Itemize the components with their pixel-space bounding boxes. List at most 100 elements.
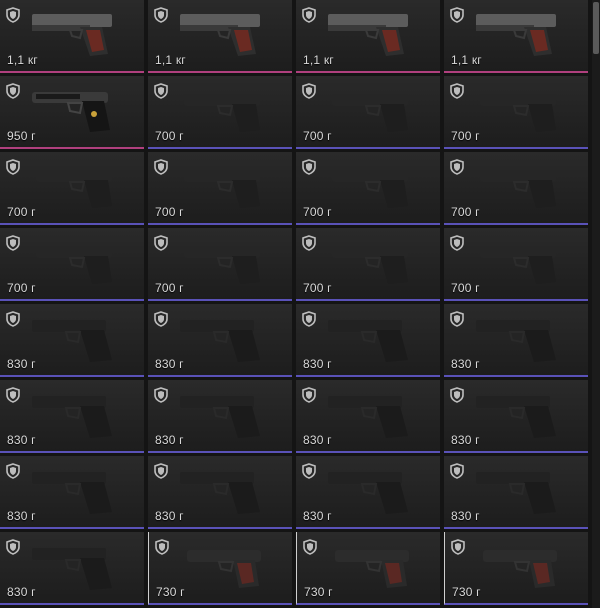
inventory-slot[interactable]: 700 г: [296, 152, 440, 225]
inventory-slot[interactable]: 700 г: [296, 76, 440, 149]
colt-pistol-icon: [180, 14, 260, 56]
inventory-slot[interactable]: 830 г: [444, 456, 588, 529]
inventory-slot[interactable]: 830 г: [296, 304, 440, 377]
inventory-slot[interactable]: 830 г: [444, 304, 588, 377]
inventory-slot[interactable]: 730 г: [444, 532, 588, 605]
compact-pistol-icon: [480, 170, 556, 208]
inventory-slot[interactable]: 950 г: [0, 76, 144, 149]
inventory-slot[interactable]: 830 г: [0, 380, 144, 453]
shield-icon: [450, 387, 464, 403]
shield-icon: [450, 83, 464, 99]
beretta-pistol-icon: [32, 92, 110, 132]
makarov-pistol-icon: [483, 550, 557, 588]
item-weight: 830 г: [155, 433, 184, 447]
inventory-slot[interactable]: 700 г: [0, 152, 144, 225]
shield-icon: [154, 463, 168, 479]
makarov-pistol-icon: [187, 550, 261, 588]
makarov-pistol-icon: [335, 550, 409, 588]
item-weight: 830 г: [303, 433, 332, 447]
inventory-slot[interactable]: 830 г: [296, 456, 440, 529]
compact-pistol-icon: [480, 94, 556, 132]
sport-pistol-icon: [476, 320, 556, 362]
inventory-slot[interactable]: 1,1 кг: [0, 0, 144, 73]
compact-pistol-icon: [332, 246, 408, 284]
item-weight: 1,1 кг: [7, 53, 38, 67]
shield-icon: [154, 235, 168, 251]
scrollbar[interactable]: [592, 0, 600, 608]
shield-icon: [154, 311, 168, 327]
inventory-slot[interactable]: 730 г: [148, 532, 292, 605]
compact-pistol-icon: [36, 170, 112, 208]
compact-pistol-icon: [184, 170, 260, 208]
compact-pistol-icon: [184, 94, 260, 132]
shield-icon: [6, 539, 20, 555]
compact-pistol-icon: [184, 246, 260, 284]
item-weight: 830 г: [155, 357, 184, 371]
inventory-slot[interactable]: 700 г: [296, 228, 440, 301]
shield-icon: [154, 7, 168, 23]
inventory-slot[interactable]: 830 г: [0, 456, 144, 529]
sport-pistol-icon: [476, 396, 556, 438]
inventory-slot[interactable]: 700 г: [444, 76, 588, 149]
item-weight: 700 г: [303, 129, 332, 143]
colt-pistol-icon: [328, 14, 408, 56]
inventory-slot[interactable]: 700 г: [444, 152, 588, 225]
shield-icon: [6, 235, 20, 251]
inventory-slot[interactable]: 830 г: [296, 380, 440, 453]
sport-pistol-icon: [32, 320, 112, 362]
colt-pistol-icon: [32, 14, 112, 56]
inventory-slot[interactable]: 1,1 кг: [148, 0, 292, 73]
inventory-grid: 1,1 кг 1,1 кг 1,1 кг 1,1 кг 950 г 700 г 700 г 7…: [0, 0, 592, 608]
shield-icon: [302, 311, 316, 327]
inventory-slot[interactable]: 1,1 кг: [296, 0, 440, 73]
item-weight: 1,1 кг: [155, 53, 186, 67]
item-weight: 730 г: [452, 585, 481, 599]
inventory-slot[interactable]: 830 г: [148, 380, 292, 453]
inventory-slot[interactable]: 1,1 кг: [444, 0, 588, 73]
item-weight: 830 г: [303, 357, 332, 371]
sport-pistol-icon: [180, 472, 260, 514]
colt-pistol-icon: [476, 14, 556, 56]
inventory-slot[interactable]: 830 г: [444, 380, 588, 453]
item-weight: 700 г: [155, 205, 184, 219]
inventory-slot[interactable]: 700 г: [444, 228, 588, 301]
shield-icon: [155, 539, 169, 555]
inventory-slot[interactable]: 830 г: [148, 456, 292, 529]
compact-pistol-icon: [36, 246, 112, 284]
inventory-slot[interactable]: 700 г: [148, 152, 292, 225]
inventory-slot[interactable]: 700 г: [148, 76, 292, 149]
item-weight: 830 г: [7, 585, 36, 599]
shield-icon: [450, 159, 464, 175]
shield-icon: [303, 539, 317, 555]
shield-icon: [302, 83, 316, 99]
item-weight: 700 г: [7, 205, 36, 219]
item-weight: 730 г: [304, 585, 333, 599]
inventory-slot[interactable]: 830 г: [148, 304, 292, 377]
compact-pistol-icon: [480, 246, 556, 284]
sport-pistol-icon: [328, 320, 408, 362]
item-weight: 830 г: [7, 509, 36, 523]
item-weight: 700 г: [451, 205, 480, 219]
item-weight: 830 г: [303, 509, 332, 523]
shield-icon: [450, 463, 464, 479]
item-weight: 1,1 кг: [303, 53, 334, 67]
item-weight: 830 г: [7, 357, 36, 371]
sport-pistol-icon: [476, 472, 556, 514]
inventory-slot[interactable]: 730 г: [296, 532, 440, 605]
inventory-slot[interactable]: 830 г: [0, 532, 144, 605]
shield-icon: [154, 83, 168, 99]
inventory-slot[interactable]: 700 г: [0, 228, 144, 301]
shield-icon: [302, 387, 316, 403]
scroll-thumb[interactable]: [593, 2, 599, 54]
compact-pistol-icon: [332, 94, 408, 132]
shield-icon: [451, 539, 465, 555]
shield-icon: [450, 7, 464, 23]
shield-icon: [154, 159, 168, 175]
item-weight: 700 г: [7, 281, 36, 295]
inventory-slot[interactable]: 700 г: [148, 228, 292, 301]
shield-icon: [6, 311, 20, 327]
shield-icon: [450, 235, 464, 251]
item-weight: 700 г: [303, 205, 332, 219]
item-weight: 700 г: [155, 281, 184, 295]
inventory-slot[interactable]: 830 г: [0, 304, 144, 377]
